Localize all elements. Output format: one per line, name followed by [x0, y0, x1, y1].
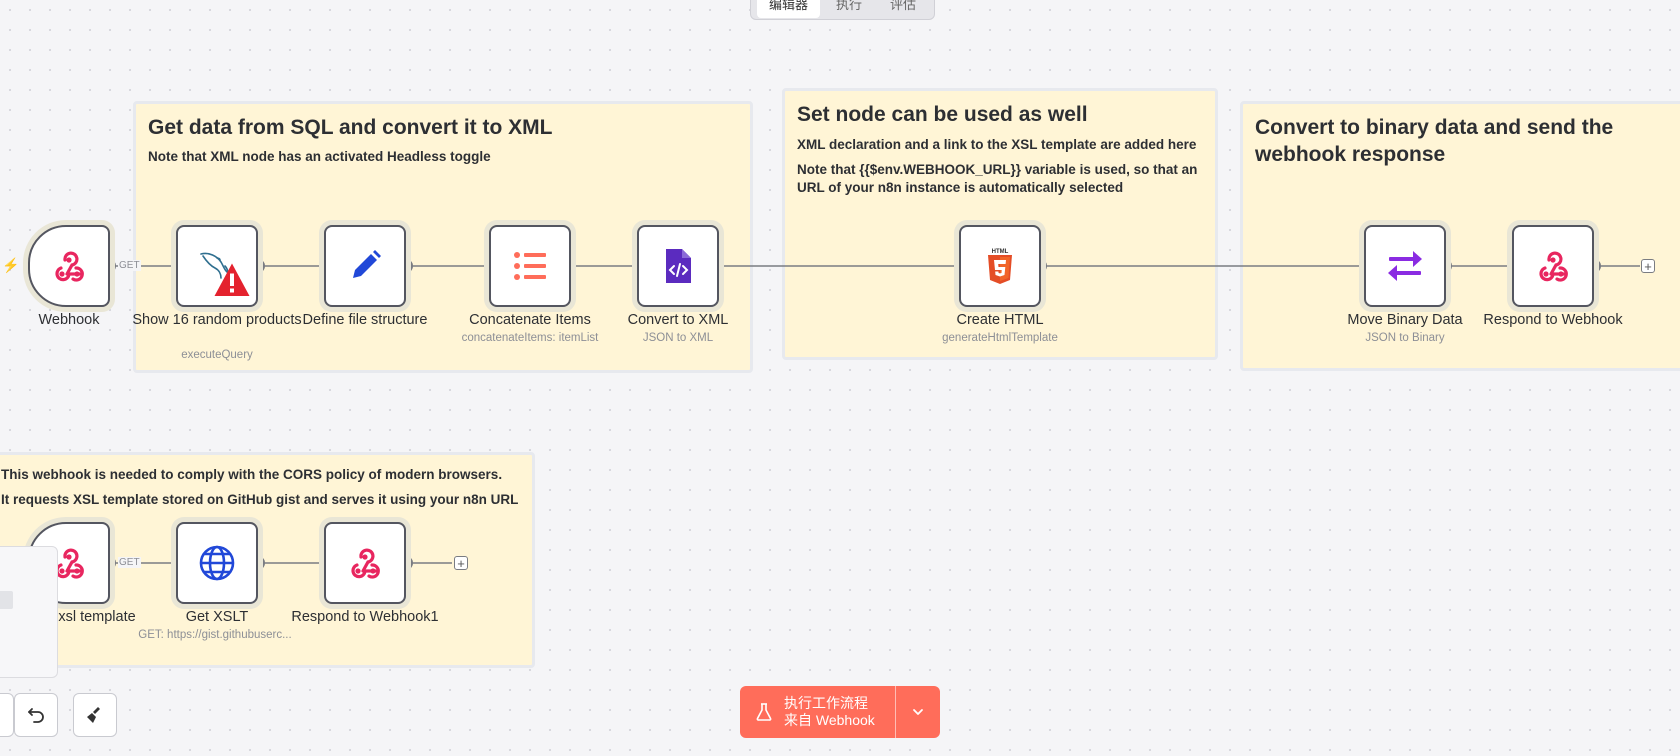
node-label: Get XSLT — [185, 609, 249, 625]
node-label: Move Binary Data — [1347, 312, 1463, 328]
side-panel[interactable] — [0, 546, 58, 678]
add-node-button[interactable]: + — [1641, 259, 1655, 273]
execute-workflow-label: 执行工作流程 来自 Webhook — [784, 695, 875, 729]
html5-icon: HTML — [988, 249, 1012, 284]
add-node-button[interactable]: + — [454, 556, 468, 570]
node-respond-to-webhook[interactable] — [1512, 225, 1594, 307]
node-get-xslt[interactable] — [176, 522, 258, 604]
node-label: Define file structure — [302, 312, 428, 328]
node-subtitle: executeQuery — [181, 349, 253, 361]
zoom-control-button[interactable] — [0, 693, 14, 737]
warning-icon — [214, 263, 250, 296]
undo-icon — [28, 708, 44, 723]
node-label: Create HTML — [956, 312, 1044, 328]
svg-text:HTML: HTML — [992, 249, 1009, 255]
chevron-down-icon — [913, 709, 923, 715]
node-label: Webhook — [38, 312, 100, 328]
flask-icon — [756, 703, 772, 721]
node-subtitle: JSON to Binary — [1365, 332, 1445, 344]
edge-label-get: GET — [118, 557, 141, 568]
execute-trigger-dropdown[interactable] — [896, 686, 940, 738]
code-file-icon — [666, 249, 691, 283]
node-concatenate-items[interactable] — [489, 225, 571, 307]
webhook-icon — [1539, 251, 1568, 282]
arrows-exchange-icon — [1388, 251, 1422, 281]
node-label: Show 16 random products — [132, 312, 302, 328]
node-convert-to-xml[interactable] — [637, 225, 719, 307]
edge-label-get: GET — [118, 260, 141, 271]
node-subtitle: JSON to XML — [642, 332, 714, 344]
webhook-icon — [351, 548, 380, 579]
connections-layer — [102, 259, 1640, 570]
trigger-bolt-icon: ⚡ — [2, 257, 20, 273]
execute-line1: 执行工作流程 — [784, 695, 868, 711]
execute-workflow-main[interactable]: 执行工作流程 来自 Webhook — [740, 686, 896, 738]
node-respond-to-webhook1[interactable] — [324, 522, 406, 604]
node-move-binary-data[interactable] — [1364, 225, 1446, 307]
webhook-icon — [55, 251, 84, 282]
node-subtitle: generateHtmlTemplate — [942, 332, 1058, 344]
globe-icon — [199, 545, 235, 581]
node-sql-query[interactable] — [176, 225, 258, 307]
node-label: Concatenate Items — [469, 312, 591, 328]
node-create-html[interactable]: HTML — [959, 225, 1041, 307]
node-label: Convert to XML — [627, 312, 729, 328]
node-webhook[interactable] — [28, 225, 110, 307]
tidy-up-button[interactable] — [73, 693, 117, 737]
execute-workflow-button[interactable]: 执行工作流程 来自 Webhook — [740, 686, 940, 738]
undo-button[interactable] — [14, 693, 58, 737]
execute-line2: 来自 Webhook — [784, 712, 875, 728]
pencil-icon — [353, 250, 381, 278]
list-icon — [514, 252, 546, 280]
node-label: Respond to Webhook1 — [291, 609, 439, 625]
node-subtitle: GET: https://gist.githubuserc... — [138, 629, 292, 641]
node-label: Respond to Webhook — [1483, 312, 1623, 328]
panel-placeholder-bar — [0, 591, 13, 609]
broom-icon — [87, 707, 100, 723]
node-define-file-structure[interactable] — [324, 225, 406, 307]
